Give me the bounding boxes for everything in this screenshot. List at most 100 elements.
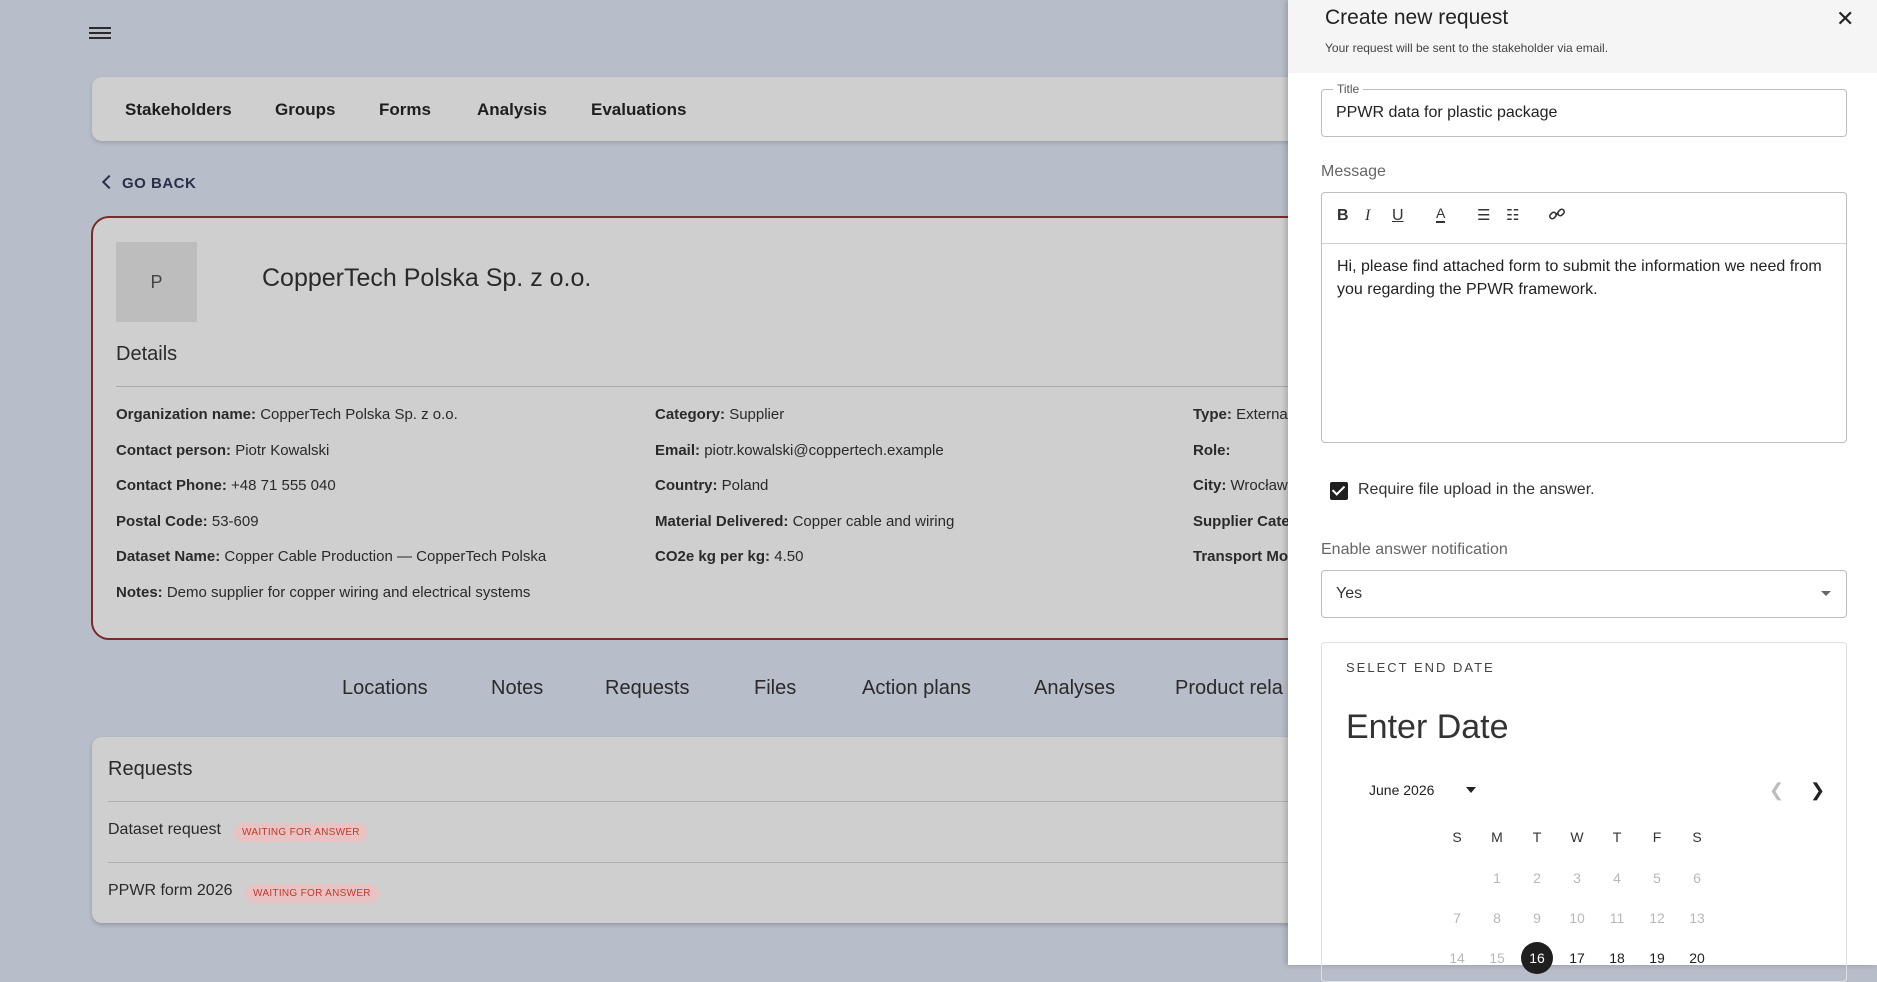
tab-locations[interactable]: Locations [342,677,428,700]
status-badge: WAITING FOR ANSWER [245,884,379,903]
calendar-day: 14 [1449,950,1465,966]
message-label: Message [1321,163,1386,180]
calendar-day-selected[interactable]: 16 [1521,942,1553,974]
prev-month-icon[interactable]: ❮ [1769,780,1784,801]
field-role: Role: [1193,442,1231,459]
tab-product-relations[interactable]: Product rela [1175,677,1283,700]
weekday-label: M [1491,829,1503,845]
calendar-day: 13 [1689,910,1705,926]
month-dropdown-icon[interactable] [1466,787,1476,793]
nav-item-analysis[interactable]: Analysis [477,100,547,120]
date-picker-entry: Enter Date [1346,708,1509,746]
calendar-day: 5 [1653,870,1661,886]
tab-requests[interactable]: Requests [605,677,690,700]
requests-divider [108,801,1392,802]
italic-icon[interactable]: I [1365,207,1370,225]
field-category: Category: Supplier [655,406,785,423]
field-country: Country: Poland [655,477,769,494]
tab-files[interactable]: Files [754,677,796,700]
weekday-label: T [1532,829,1542,845]
avatar: P [116,242,197,322]
go-back-link[interactable]: GO BACK [101,174,197,192]
link-icon[interactable] [1548,205,1566,228]
field-organization-name: Organization name: CopperTech Polska Sp.… [116,406,458,423]
require-file-checkbox[interactable] [1330,482,1348,500]
go-back-label: GO BACK [122,175,197,192]
field-dataset-name: Dataset Name: Copper Cable Production — … [116,548,547,565]
title-input-label: Title [1333,82,1364,96]
notification-select-value: Yes [1336,585,1363,602]
message-text[interactable]: Hi, please find attached form to submit … [1337,255,1832,301]
editor-toolbar: B I U A ☰ ☷ [1322,193,1846,244]
calendar-day: 12 [1649,910,1665,926]
calendar-day[interactable]: 20 [1681,942,1713,974]
create-request-drawer: Create new request Your request will be … [1288,0,1877,982]
tab-notes[interactable]: Notes [491,677,543,700]
next-month-icon[interactable]: ❯ [1810,780,1825,801]
message-editor[interactable]: B I U A ☰ ☷ Hi, please find attached for… [1321,192,1847,443]
field-material-delivered: Material Delivered: Copper cable and wir… [655,513,955,530]
calendar-day: 4 [1613,870,1621,886]
calendar-day: 9 [1533,910,1541,926]
drawer-title: Create new request [1325,6,1509,29]
ordered-list-icon[interactable]: ☰ [1477,206,1490,224]
underline-icon[interactable]: U [1392,207,1404,225]
nav-item-groups[interactable]: Groups [275,100,335,120]
status-badge: WAITING FOR ANSWER [234,823,368,842]
tab-analyses[interactable]: Analyses [1034,677,1115,700]
bullet-list-icon[interactable]: ☷ [1506,206,1519,224]
field-notes: Notes: Demo supplier for copper wiring a… [116,584,531,601]
hamburger-menu-icon[interactable] [89,24,111,42]
calendar-day: 3 [1573,870,1581,886]
drawer-subtitle: Your request will be sent to the stakeho… [1325,41,1609,55]
nav-item-forms[interactable]: Forms [379,100,431,120]
field-contact-phone: Contact Phone: +48 71 555 040 [116,477,336,494]
calendar-day[interactable]: 19 [1641,942,1673,974]
calendar-day: 11 [1609,910,1625,926]
weekday-label: F [1652,829,1662,845]
chevron-down-icon [1821,591,1831,596]
close-icon[interactable]: ✕ [1836,6,1854,32]
month-label[interactable]: June 2026 [1369,782,1434,798]
tab-action-plans[interactable]: Action plans [862,677,971,700]
details-divider [116,386,1386,387]
weekday-label: T [1612,829,1622,845]
field-supplier-category: Supplier Cate [1193,513,1290,530]
calendar-day: 2 [1533,870,1541,886]
nav-item-stakeholders[interactable]: Stakeholders [125,100,232,120]
bold-icon[interactable]: B [1337,207,1349,225]
text-color-icon[interactable]: A [1436,205,1446,223]
calendar-day[interactable]: 18 [1601,942,1633,974]
stakeholder-name: CopperTech Polska Sp. z o.o. [262,264,592,292]
calendar-day: 8 [1493,910,1501,926]
requests-divider [108,862,1392,863]
nav-item-evaluations[interactable]: Evaluations [591,100,686,120]
field-email: Email: piotr.kowalski@coppertech.example [655,442,944,459]
field-transport-mode: Transport Mo [1193,548,1289,565]
request-item-dataset[interactable]: Dataset request [108,821,221,839]
field-co2e: CO2e kg per kg: 4.50 [655,548,804,565]
chevron-left-icon [101,174,117,190]
calendar-day [1441,862,1473,894]
calendar-day: 6 [1693,870,1701,886]
notification-select[interactable] [1321,570,1847,618]
field-city: City: Wrocław [1193,477,1288,494]
field-type: Type: Externa [1193,406,1288,423]
top-navigation: Stakeholders Groups Forms Analysis Evalu… [92,77,1392,141]
request-item-ppwr[interactable]: PPWR form 2026 [108,882,232,900]
weekday-label: S [1452,829,1462,845]
weekday-label: W [1570,829,1584,845]
requests-heading: Requests [108,758,193,780]
title-input-value[interactable]: PPWR data for plastic package [1336,104,1557,122]
date-picker-heading: SELECT END DATE [1346,660,1495,675]
calendar-day: 10 [1569,910,1585,926]
field-contact-person: Contact person: Piotr Kowalski [116,442,330,459]
field-postal-code: Postal Code: 53-609 [116,513,259,530]
require-file-label: Require file upload in the answer. [1358,481,1595,498]
weekday-label: S [1692,829,1702,845]
calendar-day: 7 [1453,910,1461,926]
calendar-day: 15 [1489,950,1505,966]
calendar-day[interactable]: 17 [1561,942,1593,974]
details-heading: Details [116,343,178,365]
calendar-day: 1 [1493,870,1501,886]
